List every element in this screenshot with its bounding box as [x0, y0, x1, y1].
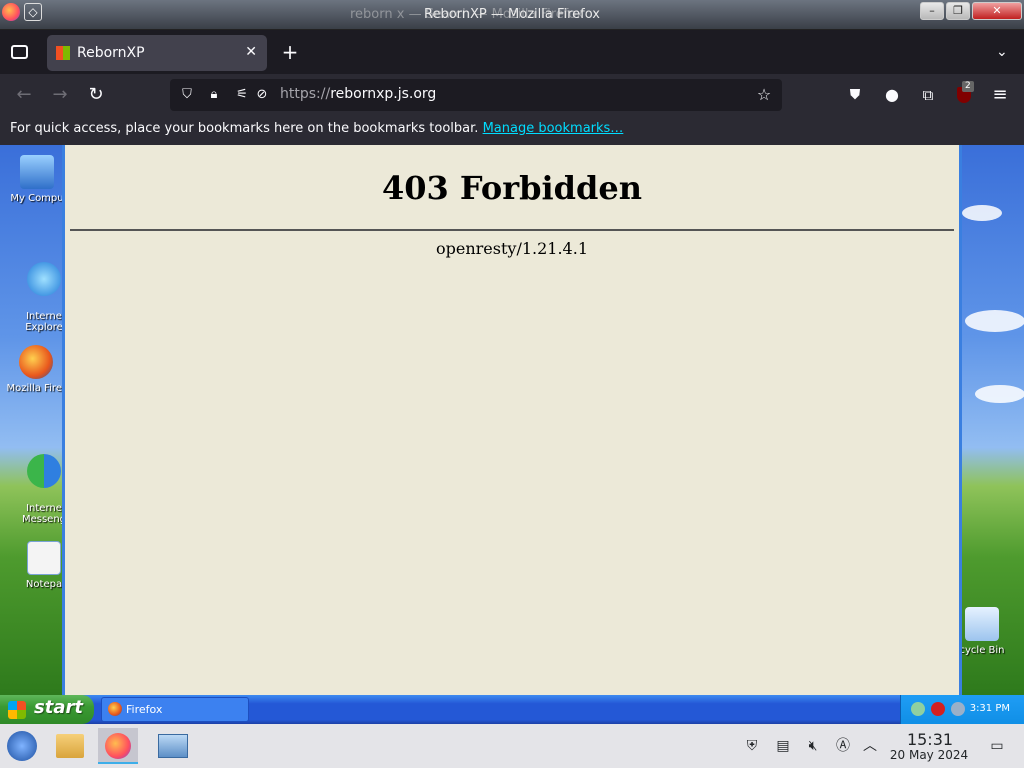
cloud: [975, 385, 1024, 403]
input-method-icon[interactable]: Ⓐ: [835, 737, 851, 755]
clock-date[interactable]: 20 May 2024: [884, 748, 974, 762]
list-all-tabs-chevron-icon[interactable]: ⌄: [996, 44, 1008, 60]
url-text[interactable]: https://rebornxp.js.org: [280, 86, 436, 102]
tab-strip: RebornXP ✕ + ⌄: [0, 30, 1024, 74]
window-title: RebornXP — Mozilla Firefox: [424, 7, 600, 22]
windows-flag-icon: [56, 46, 70, 60]
computer-icon: [20, 155, 54, 189]
forward-button[interactable]: →: [48, 83, 72, 107]
file-manager-icon[interactable]: [50, 728, 90, 764]
server-signature: openresty/1.21.4.1: [436, 239, 588, 258]
cloud: [962, 205, 1002, 221]
divider: [70, 229, 954, 231]
system-monitor-icon[interactable]: [153, 728, 193, 764]
url-bar[interactable]: ⛉ 🔒︎ ⚟ ⊘ https://rebornxp.js.org ☆: [170, 79, 782, 111]
windows-logo-icon: [8, 701, 26, 719]
extension-badge: 2: [962, 81, 974, 92]
show-desktop-icon[interactable]: ▭: [989, 737, 1005, 755]
page-heading: 403 Forbidden: [381, 169, 642, 207]
security-alert-icon[interactable]: [931, 702, 945, 716]
desktop-icon-mozilla-firefox[interactable]: Mozilla Firef: [4, 345, 68, 394]
manage-bookmarks-link[interactable]: Manage bookmarks…: [483, 121, 624, 136]
tab-label: RebornXP: [77, 45, 145, 61]
navigation-toolbar: ← → ↻ ⛉ 🔒︎ ⚟ ⊘ https://rebornxp.js.org ☆…: [0, 74, 1024, 116]
volume-muted-icon[interactable]: 🔇︎: [805, 737, 821, 755]
notepad-icon: [27, 541, 61, 575]
window-titlebar: ◇ reborn x — Search — Mozilla Firefox Re…: [0, 0, 1024, 30]
back-button[interactable]: ←: [12, 83, 36, 107]
new-tab-button[interactable]: +: [280, 41, 300, 63]
show-hidden-icons-chevron-icon[interactable]: ︿: [862, 737, 878, 755]
pocket-icon[interactable]: ⛊: [843, 83, 867, 107]
recycle-bin-icon: [965, 607, 999, 641]
clipboard-icon[interactable]: ▤: [775, 737, 791, 755]
close-window-button[interactable]: ✕: [972, 2, 1022, 20]
permissions-icon[interactable]: ⚟: [234, 87, 250, 103]
reload-button[interactable]: ↻: [84, 83, 108, 107]
vault-icon[interactable]: ⛨: [744, 737, 760, 755]
minimize-button[interactable]: –: [920, 2, 944, 20]
desktop-icon-my-computer[interactable]: My Compu: [5, 155, 69, 204]
internet-explorer-icon: [27, 262, 61, 296]
tab-close-button[interactable]: ✕: [245, 44, 257, 60]
kde-panel: ⛨ ▤ 🔇︎ Ⓐ ︿ 15:31 20 May 2024 ▭: [0, 724, 1024, 768]
autoplay-blocked-icon[interactable]: ⊘: [254, 87, 270, 103]
lock-icon[interactable]: 🔒︎: [206, 87, 222, 103]
network-icon[interactable]: [911, 702, 925, 716]
firefox-view-icon[interactable]: [11, 45, 28, 59]
tab-rebornxp[interactable]: RebornXP ✕: [47, 35, 267, 71]
account-icon[interactable]: ●: [880, 83, 904, 107]
xp-desktop: My Compu Interne Explore Mozilla Firef I…: [0, 145, 1024, 695]
firefox-icon: [108, 702, 122, 716]
application-launcher-icon[interactable]: [2, 728, 42, 764]
bookmarks-hint: For quick access, place your bookmarks h…: [10, 121, 624, 136]
tracking-protection-shield-icon[interactable]: ⛉: [179, 87, 195, 103]
hamburger-menu-icon[interactable]: ≡: [988, 83, 1012, 107]
forbidden-page: 403 Forbidden openresty/1.21.4.1: [62, 145, 962, 695]
extensions-icon[interactable]: ⧉: [916, 83, 940, 107]
xp-taskbar: start Firefox 3:31 PM: [0, 695, 1024, 724]
taskbar-item-firefox[interactable]: Firefox: [101, 697, 249, 722]
taskbar-firefox-icon[interactable]: [98, 728, 138, 764]
firefox-icon: [19, 345, 53, 379]
messenger-icon: [27, 454, 61, 488]
start-button[interactable]: start: [0, 695, 94, 724]
bookmark-star-icon[interactable]: ☆: [756, 87, 772, 103]
cloud: [965, 310, 1024, 332]
clock-time[interactable]: 15:31: [890, 730, 970, 749]
messenger-tray-icon[interactable]: [951, 702, 965, 716]
bookmarks-toolbar: For quick access, place your bookmarks h…: [0, 116, 1024, 145]
maximize-button[interactable]: ❐: [946, 2, 970, 20]
ublock-origin-icon[interactable]: 2: [952, 81, 976, 107]
xp-system-tray: 3:31 PM: [900, 695, 1024, 724]
xp-clock: 3:31 PM: [969, 703, 1010, 714]
